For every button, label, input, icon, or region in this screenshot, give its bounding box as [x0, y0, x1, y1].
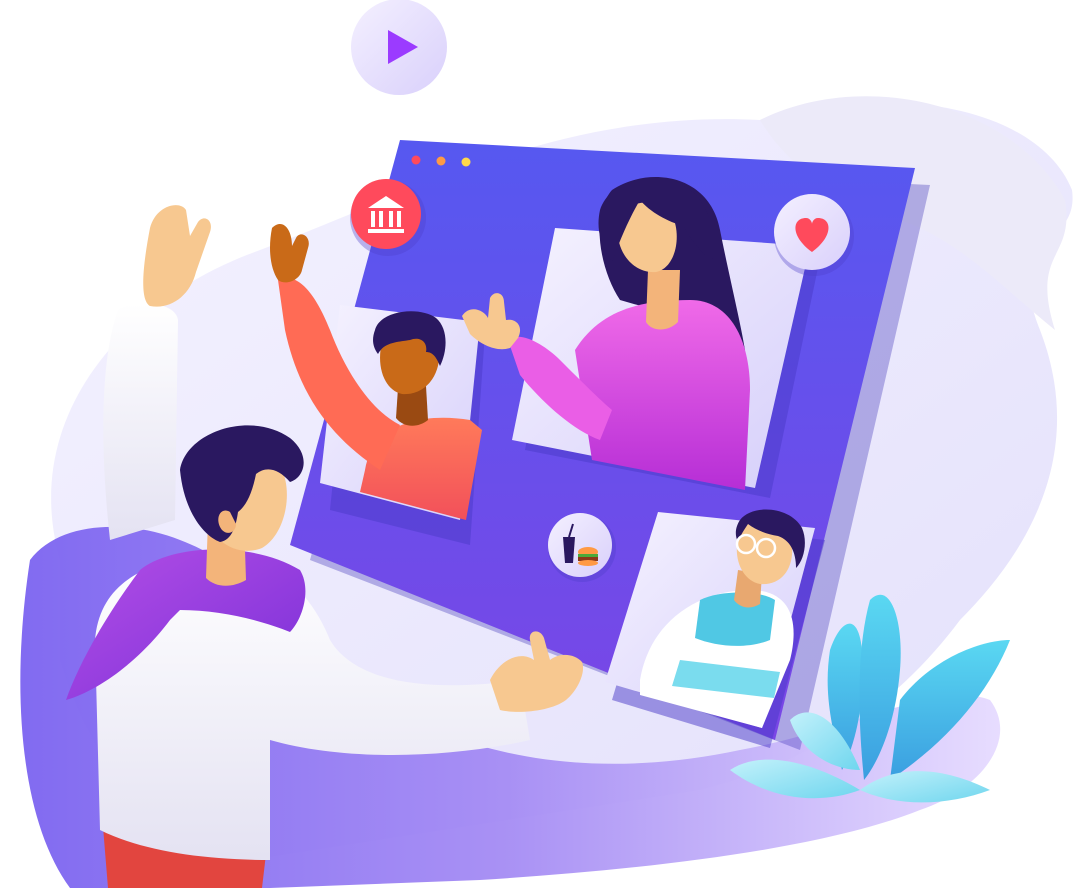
maximize-dot: [461, 157, 471, 167]
illustration-stage: [0, 0, 1080, 888]
minimize-dot: [436, 156, 446, 166]
play-bubble: [351, 0, 447, 95]
video-call-illustration: [20, 0, 1073, 888]
close-dot: [411, 155, 421, 165]
